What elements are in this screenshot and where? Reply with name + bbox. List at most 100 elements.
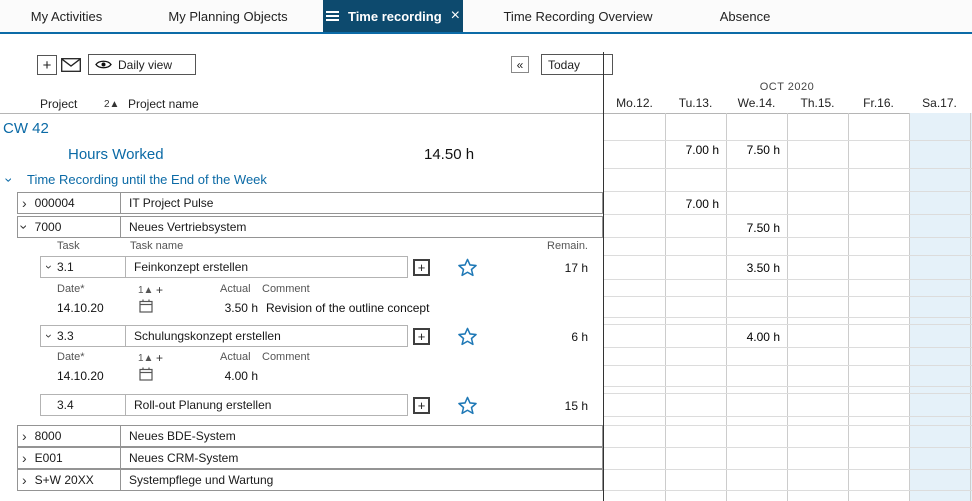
project-row[interactable]: › 000004 IT Project Pulse <box>17 192 603 214</box>
grid-cell <box>787 197 848 211</box>
day-header[interactable]: We.14. <box>726 96 787 110</box>
task-col-header: Task <box>57 240 80 252</box>
task-row: › 3.1 Feinkonzept erstellen + <box>40 256 477 278</box>
day-header[interactable]: Fr.16. <box>848 96 909 110</box>
grid-hline <box>604 425 972 426</box>
entry-sort-indicator[interactable]: 1▲ <box>138 353 153 364</box>
entry-sort-indicator[interactable]: 1▲ <box>138 285 153 296</box>
view-mode-select[interactable]: Daily view <box>88 54 196 75</box>
favorite-star-icon[interactable] <box>458 327 477 346</box>
day-header[interactable]: Tu.13. <box>665 96 726 110</box>
add-entry-button[interactable]: + <box>413 328 430 345</box>
project-name: IT Project Pulse <box>121 196 213 210</box>
task-id: 3.1 <box>57 260 74 274</box>
date-col-header: Date* <box>57 351 85 363</box>
day-header[interactable]: Th.15. <box>787 96 848 110</box>
favorite-star-icon[interactable] <box>458 258 477 277</box>
sort-indicator[interactable]: 2▲ <box>104 99 119 110</box>
calendar-icon[interactable] <box>139 299 153 318</box>
entry-comment-field[interactable]: Revision of the outline concept <box>266 301 429 315</box>
grid-hline <box>604 469 972 470</box>
tab-absence[interactable]: Absence <box>693 0 797 32</box>
project-name: Neues CRM-System <box>121 451 238 465</box>
chevron-right-icon[interactable]: › <box>22 451 27 465</box>
entry-actual-field[interactable]: 4.00 h <box>196 369 258 383</box>
comment-col-header: Comment <box>262 283 310 295</box>
project-row[interactable]: › 7000 Neues Vertriebsystem <box>17 216 603 238</box>
grid-vline <box>665 113 666 501</box>
task-row: › 3.4 Roll-out Planung erstellen + <box>40 394 477 416</box>
calendar-icon[interactable] <box>139 367 153 386</box>
chevron-down-icon[interactable]: › <box>43 334 55 338</box>
entry-actual-field[interactable]: 3.50 h <box>196 301 258 315</box>
tab-label: My Planning Objects <box>168 9 287 24</box>
project-row[interactable]: › E001 Neues CRM-System <box>17 447 603 469</box>
tab-my-activities[interactable]: My Activities <box>0 0 133 32</box>
column-header-project-name[interactable]: Project name <box>128 97 199 111</box>
favorite-star-icon[interactable] <box>458 396 477 415</box>
previous-button[interactable]: « <box>511 56 529 73</box>
grid-hline <box>604 255 972 256</box>
task-name: Roll-out Planung erstellen <box>126 394 408 416</box>
tab-time-recording[interactable]: Time recording × <box>323 0 463 32</box>
chevron-down-icon[interactable]: › <box>17 225 31 230</box>
add-entry-button[interactable]: + <box>413 259 430 276</box>
day-header[interactable]: Mo.12. <box>604 96 665 110</box>
project-id: 8000 <box>35 429 62 443</box>
week-label[interactable]: CW 42 <box>3 120 49 137</box>
tab-underline <box>0 32 972 34</box>
grid-cell <box>787 143 848 157</box>
grid-hline <box>604 416 972 417</box>
grid-hline <box>604 347 972 348</box>
plus-icon: + <box>418 260 426 275</box>
grid-cell: 7.00 h <box>665 197 726 211</box>
chevron-right-icon[interactable]: › <box>22 429 27 443</box>
mail-button[interactable] <box>61 58 81 77</box>
grid-hline <box>604 365 972 366</box>
project-row[interactable]: › 8000 Neues BDE-System <box>17 425 603 447</box>
grid-cell <box>665 221 726 235</box>
tab-bar: My Activities My Planning Objects Time r… <box>0 0 972 32</box>
chevron-down-icon[interactable]: › <box>2 178 16 183</box>
remain-col-header: Remain. <box>482 240 588 252</box>
project-id-cell: › S+W 20XX <box>18 470 121 490</box>
tab-label: Absence <box>720 9 771 24</box>
grid-cell <box>604 330 665 344</box>
tab-my-planning-objects[interactable]: My Planning Objects <box>133 0 323 32</box>
add-entry-row-icon[interactable]: + <box>156 283 163 297</box>
chevron-right-icon[interactable]: › <box>22 196 27 210</box>
task-row: › 3.3 Schulungskonzept erstellen + <box>40 325 477 347</box>
chevron-down-icon[interactable]: › <box>43 265 55 269</box>
grid-project-row: 7.50 h <box>604 221 970 235</box>
grid-cell <box>787 261 848 275</box>
project-id-cell: › 7000 <box>18 217 121 237</box>
day-header[interactable]: Sa.17. <box>909 96 970 110</box>
add-entry-row-icon[interactable]: + <box>156 351 163 365</box>
section-collapse-control[interactable]: › <box>7 172 12 190</box>
grid-hline <box>604 279 972 280</box>
column-header-project[interactable]: Project <box>40 97 77 111</box>
menu-icon[interactable] <box>326 11 339 21</box>
grid-cell <box>787 330 848 344</box>
project-row[interactable]: › S+W 20XX Systempflege und Wartung <box>17 469 603 491</box>
grid-cell <box>848 221 909 235</box>
project-id-cell: › 8000 <box>18 426 121 446</box>
entry-date-field[interactable]: 14.10.20 <box>57 369 104 383</box>
weekend-shading <box>909 113 972 501</box>
tab-time-recording-overview[interactable]: Time Recording Overview <box>463 0 693 32</box>
time-recording-app: My Activities My Planning Objects Time r… <box>0 0 972 501</box>
project-id: E001 <box>35 451 63 465</box>
grid-cell <box>604 261 665 275</box>
grid-hline <box>604 168 972 169</box>
grid-task-row: 3.50 h <box>604 261 970 275</box>
close-icon[interactable]: × <box>451 8 460 24</box>
chevron-right-icon[interactable]: › <box>22 473 27 487</box>
task-name: Schulungskonzept erstellen <box>126 325 408 347</box>
add-booking-button[interactable]: + <box>37 55 57 75</box>
double-chevron-left-icon: « <box>517 58 524 72</box>
add-entry-button[interactable]: + <box>413 397 430 414</box>
grid-cell <box>604 221 665 235</box>
entry-date-field[interactable]: 14.10.20 <box>57 301 104 315</box>
pane-divider[interactable] <box>603 52 604 501</box>
grid-vline <box>970 113 971 501</box>
